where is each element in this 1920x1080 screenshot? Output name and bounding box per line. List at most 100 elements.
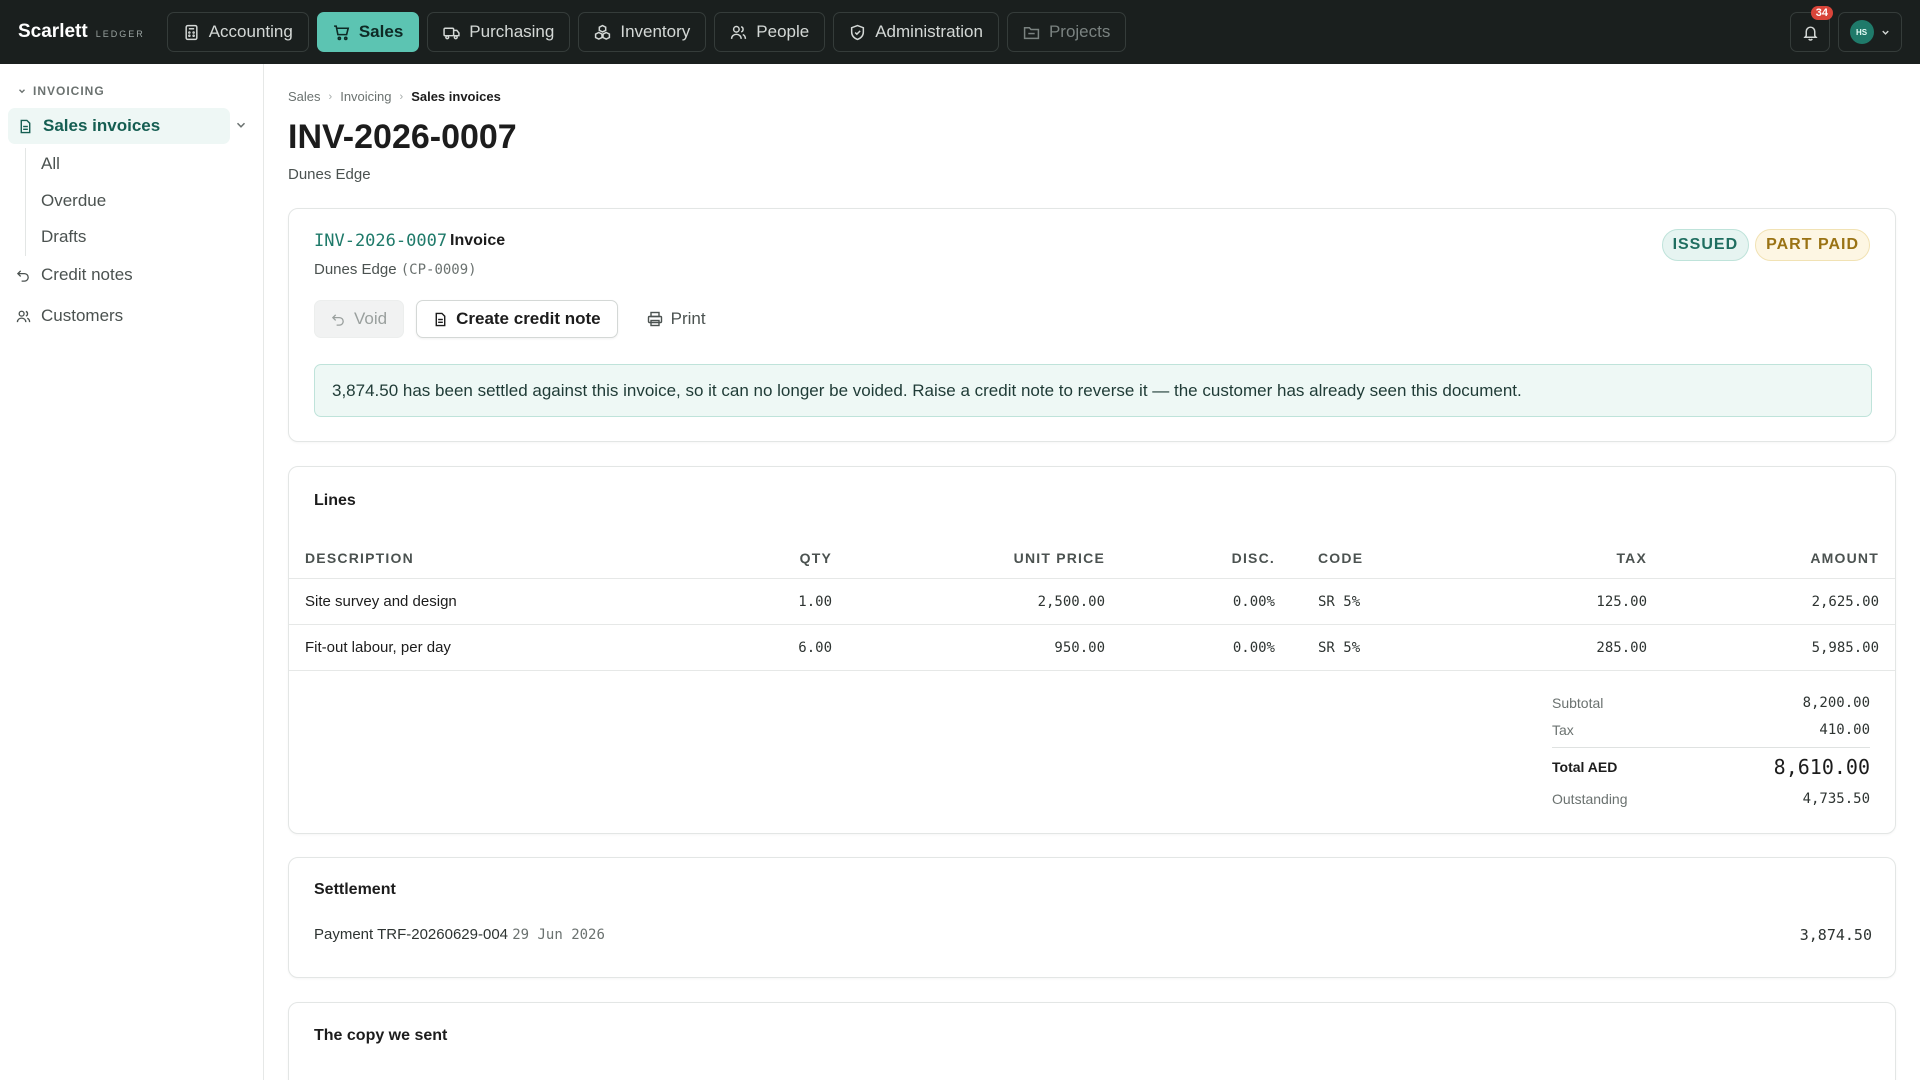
column-header-tax: TAX <box>1616 549 1647 566</box>
print-button-label: Print <box>670 309 706 328</box>
app-name: Scarlett <box>18 21 88 42</box>
column-header-code: CODE <box>1318 549 1364 566</box>
nav-tab-label: Sales <box>358 22 404 41</box>
sidebar-sub-item-all[interactable]: All <box>41 154 60 174</box>
nav-tab-purchasing[interactable]: Purchasing <box>427 12 571 52</box>
line-tax-code: SR 5% <box>1318 639 1361 656</box>
line-tax-code: SR 5% <box>1318 593 1361 610</box>
app-subname: LEDGER <box>95 29 145 39</box>
outstanding-row: Outstanding 4,735.50 <box>1552 785 1870 812</box>
chevron-down-icon <box>1881 30 1889 35</box>
avatar: HS <box>1849 20 1874 44</box>
notifications-button[interactable]: 34 <box>1790 6 1833 52</box>
lines-card: Lines DESCRIPTION QTY UNIT PRICE DISC. C… <box>288 466 1896 834</box>
truck-icon <box>443 27 460 39</box>
sidebar-item-label: Customers <box>41 306 124 325</box>
invoice-actions: Void Create credit note Print <box>314 300 723 338</box>
line-unit-price: 950.00 <box>1054 639 1105 656</box>
printer-icon <box>647 311 662 327</box>
tax-label: Tax <box>1552 721 1574 738</box>
page-subtitle: Dunes Edge <box>288 166 371 183</box>
subtotal-label: Subtotal <box>1552 694 1604 711</box>
line-tax: 125.00 <box>1596 593 1647 610</box>
status-badges: ISSUED PART PAID <box>1661 229 1870 261</box>
print-button[interactable]: Print <box>630 300 723 338</box>
sidebar-item-label: Sales invoices <box>43 116 161 135</box>
nav-tab-inventory[interactable]: Inventory <box>578 12 707 52</box>
document-icon <box>435 312 446 326</box>
app-logo[interactable]: Scarlett LEDGER <box>18 21 145 43</box>
boxes-icon <box>595 24 611 40</box>
nav-tab-label: Accounting <box>208 22 293 41</box>
sidebar-sub-item-overdue[interactable]: Overdue <box>41 191 106 211</box>
customer-name[interactable]: Dunes Edge <box>314 261 397 278</box>
customer-line: Dunes Edge (CP-0009) <box>314 261 477 278</box>
subtotal-row: Subtotal 8,200.00 <box>1552 689 1870 716</box>
sidebar-section-label: INVOICING <box>33 84 105 98</box>
breadcrumb-current: Sales invoices <box>411 89 501 104</box>
nav-tab-accounting[interactable]: Accounting <box>166 12 309 52</box>
payment-reference[interactable]: Payment TRF-20260629-004 <box>314 926 508 943</box>
line-amount: 2,625.00 <box>1811 593 1879 610</box>
lines-title: Lines <box>314 492 356 509</box>
bell-icon <box>1802 25 1818 41</box>
settlement-card: Settlement Payment TRF-20260629-004 29 J… <box>288 857 1896 978</box>
table-header-row: DESCRIPTION QTY UNIT PRICE DISC. CODE TA… <box>289 537 1895 579</box>
sidebar-tree-line <box>25 148 26 256</box>
undo-icon <box>16 269 29 282</box>
invoice-header-card: INV-2026-0007 Invoice Dunes Edge (CP-000… <box>288 208 1896 442</box>
payment-status-badge: PART PAID <box>1755 229 1870 261</box>
tax-row: Tax 410.00 <box>1552 716 1870 743</box>
sent-copy-card: The copy we sent <box>288 1002 1896 1080</box>
total-row: Total AED 8,610.00 <box>1552 747 1870 785</box>
sidebar-item-customers[interactable]: Customers <box>16 306 123 326</box>
sidebar-item-label: Credit notes <box>41 265 133 284</box>
nav-tab-sales[interactable]: Sales <box>316 12 420 52</box>
chevron-down-icon[interactable] <box>234 118 248 132</box>
sidebar: INVOICING Sales invoices All Overdue Dra… <box>0 64 264 1080</box>
line-description: Fit-out labour, per day <box>305 639 451 656</box>
customer-code: (CP-0009) <box>400 262 477 278</box>
void-button[interactable]: Void <box>314 300 405 338</box>
people-icon <box>16 310 31 322</box>
nav-tab-label: Purchasing <box>469 22 555 41</box>
total-value: 8,610.00 <box>1773 754 1870 779</box>
create-credit-note-button[interactable]: Create credit note <box>416 300 618 338</box>
line-tax: 285.00 <box>1596 639 1647 656</box>
top-bar: Scarlett LEDGER Accounting Sales Purchas… <box>0 0 1920 64</box>
settlement-title: Settlement <box>314 881 396 898</box>
settled-notice: 3,874.50 has been settled against this i… <box>314 364 1872 417</box>
column-header-amount: AMOUNT <box>1810 549 1879 566</box>
column-header-qty: QTY <box>799 549 832 566</box>
nav-tab-label: Administration <box>875 22 983 41</box>
column-header-unit-price: UNIT PRICE <box>1013 549 1105 566</box>
settlement-row[interactable]: Payment TRF-20260629-004 29 Jun 2026 3,8… <box>314 926 1872 944</box>
calculator-icon <box>185 24 198 40</box>
nav-tab-projects[interactable]: Projects <box>1006 12 1127 52</box>
nav-tab-people[interactable]: People <box>714 12 826 52</box>
line-discount: 0.00% <box>1232 593 1275 610</box>
people-icon <box>731 25 747 39</box>
line-qty: 1.00 <box>798 593 832 610</box>
user-menu-button[interactable]: HS <box>1838 12 1902 52</box>
line-discount: 0.00% <box>1232 639 1275 656</box>
sidebar-section-header[interactable]: INVOICING <box>17 84 105 98</box>
nav-tab-administration[interactable]: Administration <box>833 12 999 52</box>
sent-copy-title: The copy we sent <box>314 1027 448 1044</box>
undo-icon <box>331 313 344 326</box>
main-nav: Accounting Sales Purchasing Inventory Pe… <box>166 12 1127 52</box>
status-badge: ISSUED <box>1661 229 1750 261</box>
page-title: INV-2026-0007 <box>288 118 517 156</box>
sidebar-item-sales-invoices[interactable]: Sales invoices <box>8 108 230 144</box>
void-button-label: Void <box>354 309 388 328</box>
breadcrumb-item[interactable]: Invoicing <box>340 89 391 104</box>
line-unit-price: 2,500.00 <box>1037 593 1105 610</box>
sidebar-item-credit-notes[interactable]: Credit notes <box>16 265 133 285</box>
table-row[interactable]: Fit-out labour, per day 6.00 950.00 0.00… <box>289 625 1895 671</box>
column-header-disc: DISC. <box>1231 549 1275 566</box>
table-row[interactable]: Site survey and design 1.00 2,500.00 0.0… <box>289 579 1895 625</box>
total-label: Total AED <box>1552 758 1618 775</box>
payment-amount: 3,874.50 <box>1799 926 1872 944</box>
breadcrumb-item[interactable]: Sales <box>288 89 321 104</box>
sidebar-sub-item-drafts[interactable]: Drafts <box>41 227 86 247</box>
